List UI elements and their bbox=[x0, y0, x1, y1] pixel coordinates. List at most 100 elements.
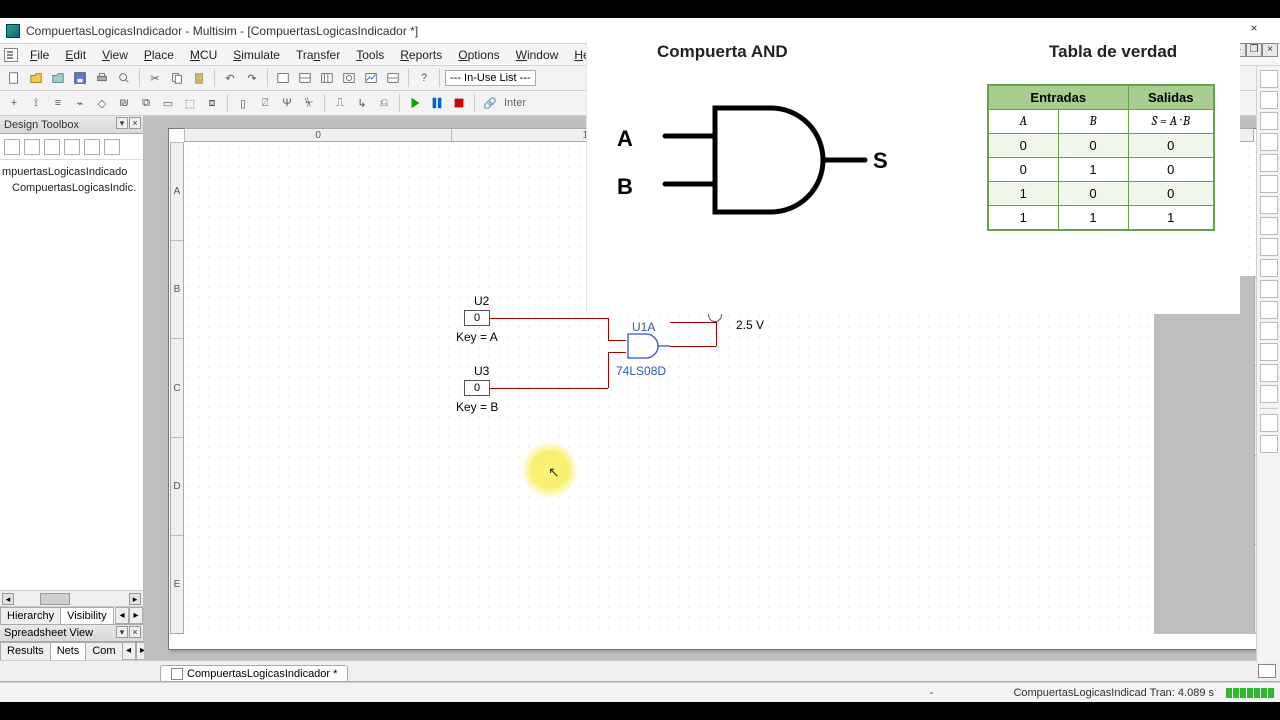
place-14[interactable]: ⏧ bbox=[299, 93, 319, 113]
scroll-thumb[interactable] bbox=[40, 593, 70, 605]
tb-icon-5[interactable] bbox=[84, 139, 100, 155]
instr-v-8[interactable] bbox=[1260, 217, 1278, 235]
open-sample-button[interactable] bbox=[48, 68, 68, 88]
menu-reports[interactable]: Reports bbox=[392, 44, 450, 66]
instr-v-18[interactable] bbox=[1260, 435, 1278, 453]
menu-file[interactable]: File bbox=[22, 44, 57, 66]
instr-1-button[interactable] bbox=[273, 68, 293, 88]
menu-place[interactable]: Place bbox=[136, 44, 182, 66]
sv-scroll-left[interactable]: ◂ bbox=[122, 642, 136, 660]
mdi-restore-button[interactable]: ❐ bbox=[1246, 43, 1262, 57]
instr-v-3[interactable] bbox=[1260, 112, 1278, 130]
place-11[interactable]: ▯ bbox=[233, 93, 253, 113]
instr-v-15[interactable] bbox=[1260, 364, 1278, 382]
u3-value[interactable]: 0 bbox=[464, 380, 490, 396]
u2-value[interactable]: 0 bbox=[464, 310, 490, 326]
tb-icon-4[interactable] bbox=[64, 139, 80, 155]
panel-dock-button[interactable]: ▾ bbox=[116, 117, 128, 129]
paste-button[interactable] bbox=[189, 68, 209, 88]
instr-v-5[interactable] bbox=[1260, 154, 1278, 172]
instr-v-4[interactable] bbox=[1260, 133, 1278, 151]
instr-v-16[interactable] bbox=[1260, 385, 1278, 403]
print-preview-button[interactable] bbox=[114, 68, 134, 88]
place-1[interactable]: + bbox=[4, 93, 24, 113]
help-icon[interactable]: ? bbox=[414, 68, 434, 88]
design-tree[interactable]: mpuertasLogicasIndicado CompuertasLogica… bbox=[0, 160, 143, 590]
instr-v-9[interactable] bbox=[1260, 238, 1278, 256]
stop-button[interactable] bbox=[449, 93, 469, 113]
tb-icon-2[interactable] bbox=[24, 139, 40, 155]
instr-v-1[interactable] bbox=[1260, 70, 1278, 88]
new-button[interactable] bbox=[4, 68, 24, 88]
instr-v-7[interactable] bbox=[1260, 196, 1278, 214]
instr-5-button[interactable] bbox=[361, 68, 381, 88]
inuse-list-combo[interactable]: --- In-Use List --- bbox=[445, 70, 536, 86]
instr-v-6[interactable] bbox=[1260, 175, 1278, 193]
instr-v-12[interactable] bbox=[1260, 301, 1278, 319]
menu-view[interactable]: View bbox=[94, 44, 136, 66]
copy-button[interactable] bbox=[167, 68, 187, 88]
instr-v-11[interactable] bbox=[1260, 280, 1278, 298]
tree-item-1[interactable]: CompuertasLogicasIndic. bbox=[2, 180, 141, 196]
instr-v-14[interactable] bbox=[1260, 343, 1278, 361]
place-3[interactable]: ≡ bbox=[48, 93, 68, 113]
instr-4-button[interactable] bbox=[339, 68, 359, 88]
instr-v-2[interactable] bbox=[1260, 91, 1278, 109]
spreadsheet-dock-button[interactable]: ▾ bbox=[116, 626, 128, 638]
interactive-icon[interactable]: 🔗 bbox=[480, 93, 500, 113]
instr-6-button[interactable] bbox=[383, 68, 403, 88]
menu-tools[interactable]: Tools bbox=[348, 44, 392, 66]
spreadsheet-close-button[interactable]: × bbox=[129, 626, 141, 638]
place-13[interactable]: Ψ bbox=[277, 93, 297, 113]
undo-button[interactable]: ↶ bbox=[220, 68, 240, 88]
place-10[interactable]: ⧈ bbox=[202, 93, 222, 113]
place-4[interactable]: ⌁ bbox=[70, 93, 90, 113]
tab-hierarchy[interactable]: Hierarchy bbox=[0, 607, 61, 624]
menu-mcu[interactable]: MCU bbox=[182, 44, 225, 66]
place-9[interactable]: ⬚ bbox=[180, 93, 200, 113]
place-8[interactable]: ▭ bbox=[158, 93, 178, 113]
tab-scroll-left[interactable]: ◂ bbox=[115, 607, 129, 624]
menu-options[interactable]: Options bbox=[450, 44, 507, 66]
instr-v-13[interactable] bbox=[1260, 322, 1278, 340]
instr-v-17[interactable] bbox=[1260, 414, 1278, 432]
tb-icon-3[interactable] bbox=[44, 139, 60, 155]
tree-item-0[interactable]: mpuertasLogicasIndicado bbox=[2, 164, 141, 180]
save-button[interactable] bbox=[70, 68, 90, 88]
tab-visibility[interactable]: Visibility bbox=[60, 607, 114, 624]
menu-transfer[interactable]: Transfer bbox=[288, 44, 348, 66]
menu-simulate[interactable]: Simulate bbox=[225, 44, 288, 66]
print-button[interactable] bbox=[92, 68, 112, 88]
cut-button[interactable]: ✂ bbox=[145, 68, 165, 88]
corner-widget[interactable] bbox=[1258, 664, 1276, 678]
tab-results[interactable]: Results bbox=[0, 642, 51, 660]
doc-tab-main[interactable]: CompuertasLogicasIndicador * bbox=[160, 665, 348, 682]
place-12[interactable]: ⍁ bbox=[255, 93, 275, 113]
tb-icon-1[interactable] bbox=[4, 139, 20, 155]
place-5[interactable]: ◇ bbox=[92, 93, 112, 113]
place-15[interactable]: ⎍ bbox=[330, 93, 350, 113]
panel-close-button[interactable]: × bbox=[129, 117, 141, 129]
place-16[interactable]: ↳ bbox=[352, 93, 372, 113]
mdi-close-button[interactable]: × bbox=[1262, 43, 1278, 57]
pause-button[interactable] bbox=[427, 93, 447, 113]
window-close-button[interactable]: × bbox=[1234, 21, 1274, 41]
redo-button[interactable]: ↷ bbox=[242, 68, 262, 88]
instr-2-button[interactable] bbox=[295, 68, 315, 88]
and-gate-icon[interactable] bbox=[626, 332, 670, 360]
place-2[interactable]: ⟟ bbox=[26, 93, 46, 113]
place-6[interactable]: ₪ bbox=[114, 93, 134, 113]
tab-nets[interactable]: Nets bbox=[50, 642, 87, 660]
open-button[interactable] bbox=[26, 68, 46, 88]
tab-com[interactable]: Com bbox=[85, 642, 122, 660]
tb-icon-6[interactable] bbox=[104, 139, 120, 155]
menu-edit[interactable]: Edit bbox=[57, 44, 94, 66]
scroll-right-icon[interactable]: ▸ bbox=[129, 593, 141, 605]
instr-v-10[interactable] bbox=[1260, 259, 1278, 277]
run-button[interactable] bbox=[405, 93, 425, 113]
tree-hscroll[interactable]: ◂ ▸ bbox=[0, 590, 143, 606]
instr-3-button[interactable] bbox=[317, 68, 337, 88]
place-7[interactable]: ⧉ bbox=[136, 93, 156, 113]
scroll-left-icon[interactable]: ◂ bbox=[2, 593, 14, 605]
tab-scroll-right[interactable]: ▸ bbox=[129, 607, 143, 624]
